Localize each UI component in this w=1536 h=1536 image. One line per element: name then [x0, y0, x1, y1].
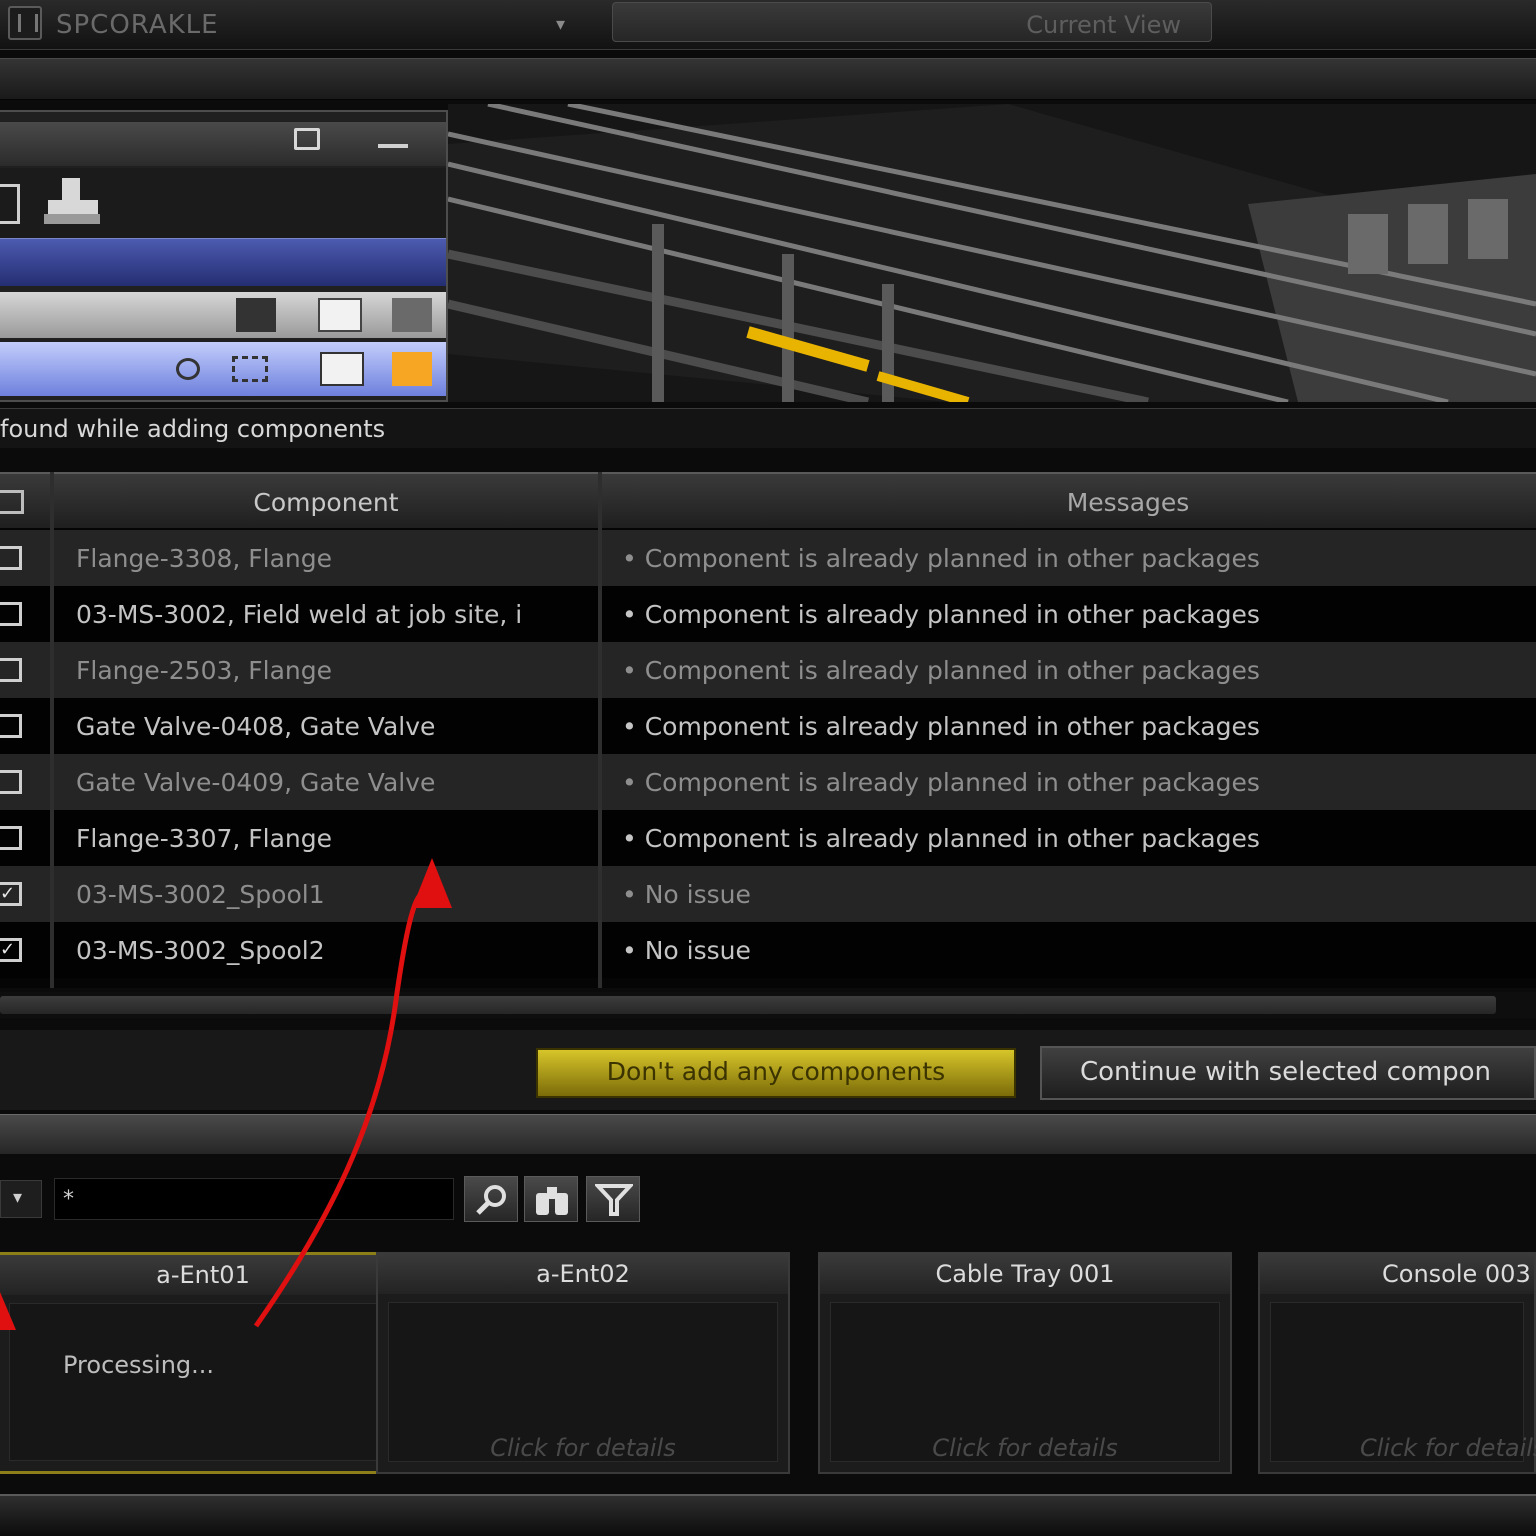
- binoculars-icon: [536, 1187, 568, 1215]
- search-toolbar: ▾: [0, 1170, 1536, 1230]
- target-icon[interactable]: [176, 358, 200, 380]
- table-row[interactable]: Gate Valve-0408, Gate Valve • Component i…: [0, 698, 1536, 754]
- action-bar: Don't add any components Continue with s…: [0, 1030, 1536, 1110]
- message-cell: • No issue: [622, 880, 751, 909]
- message-cell: • Component is already planned in other …: [622, 600, 1260, 629]
- component-cell: Flange-3307, Flange: [76, 824, 333, 853]
- card-title: Console 003: [1260, 1254, 1534, 1294]
- select-all-checkbox[interactable]: [0, 490, 24, 514]
- entity-card[interactable]: a-Ent01 Processing...: [0, 1252, 410, 1474]
- find-button[interactable]: [524, 1176, 578, 1222]
- color-swatch[interactable]: [236, 298, 276, 332]
- floating-tool-panel: [0, 110, 448, 402]
- row-checkbox[interactable]: [0, 714, 22, 738]
- status-bar: [0, 1494, 1536, 1536]
- card-title: a-Ent02: [378, 1254, 788, 1294]
- ribbon-band: [0, 58, 1536, 100]
- message-cell: • Component is already planned in other …: [622, 824, 1260, 853]
- card-title: Cable Tray 001: [820, 1254, 1230, 1294]
- components-grid: Component Messages Flange-3308, Flange • …: [0, 472, 1536, 988]
- issues-banner-text: found while adding components: [0, 415, 386, 443]
- current-view-label: Current View: [1026, 11, 1181, 39]
- entity-card[interactable]: Console 003 Click for details: [1258, 1252, 1536, 1474]
- card-details-link[interactable]: Click for details: [820, 1434, 1230, 1462]
- restore-icon[interactable]: [288, 126, 322, 150]
- minimize-icon[interactable]: [376, 132, 412, 150]
- message-cell: • Component is already planned in other …: [622, 544, 1260, 573]
- table-row[interactable]: ✓ 03-MS-3002_Spool1 • No issue: [0, 866, 1536, 922]
- row-checkbox[interactable]: [0, 658, 22, 682]
- stamp-tool-icon[interactable]: [40, 174, 104, 228]
- dont-add-button[interactable]: Don't add any components: [536, 1048, 1016, 1098]
- card-details-link[interactable]: Click for details: [378, 1434, 788, 1462]
- search-button[interactable]: [464, 1176, 518, 1222]
- panel-selected-row[interactable]: [0, 238, 446, 286]
- component-cell: 03-MS-3002, Field weld at job site, i: [76, 600, 523, 629]
- color-swatch[interactable]: [392, 298, 432, 332]
- table-row[interactable]: Flange-3307, Flange • Component is alread…: [0, 810, 1536, 866]
- message-cell: • Component is already planned in other …: [622, 656, 1260, 685]
- issues-banner: found while adding components: [0, 408, 1536, 448]
- component-cell: Gate Valve-0409, Gate Valve: [76, 768, 436, 797]
- color-swatch[interactable]: [392, 352, 432, 386]
- dropdown-arrow-icon: ▾: [13, 1187, 23, 1208]
- message-cell: • Component is already planned in other …: [622, 712, 1260, 741]
- dropdown-arrow-icon[interactable]: ▾: [556, 14, 565, 35]
- column-header-component[interactable]: Component: [56, 488, 596, 517]
- row-checkbox[interactable]: [0, 546, 22, 570]
- list-tool-icon[interactable]: [0, 184, 20, 224]
- component-cell: Flange-2503, Flange: [76, 656, 333, 685]
- 3d-viewport[interactable]: [448, 104, 1536, 402]
- row-checkbox[interactable]: ✓: [0, 938, 22, 962]
- search-scope-dropdown[interactable]: ▾: [0, 1180, 42, 1218]
- visibility-icon[interactable]: [320, 352, 364, 386]
- panel-layer-row-selected[interactable]: [0, 342, 446, 396]
- current-view-button[interactable]: Current View: [612, 2, 1212, 42]
- card-title: a-Ent01: [0, 1255, 407, 1295]
- search-icon: [476, 1185, 506, 1215]
- filter-button[interactable]: [586, 1176, 640, 1222]
- row-checkbox[interactable]: ✓: [0, 882, 22, 906]
- table-row[interactable]: Flange-3308, Flange • Component is alread…: [0, 530, 1536, 586]
- column-divider: [50, 472, 54, 988]
- section-divider: [0, 1114, 1536, 1154]
- table-row[interactable]: ✓ 03-MS-3002_Spool2 • No issue: [0, 922, 1536, 978]
- row-checkbox[interactable]: [0, 602, 22, 626]
- card-details-link[interactable]: Click for details: [1260, 1434, 1536, 1462]
- table-row[interactable]: Gate Valve-0409, Gate Valve • Component i…: [0, 754, 1536, 810]
- select-box-icon[interactable]: [232, 356, 268, 382]
- grid-header: Component Messages: [0, 472, 1536, 528]
- title-bar: SPCORAKLE ▾ Current View: [0, 0, 1536, 50]
- horizontal-scrollbar[interactable]: [0, 992, 1536, 1018]
- table-row[interactable]: Flange-2503, Flange • Component is alread…: [0, 642, 1536, 698]
- component-cell: 03-MS-3002_Spool2: [76, 936, 325, 965]
- row-checkbox[interactable]: [0, 826, 22, 850]
- row-checkbox[interactable]: [0, 770, 22, 794]
- table-row[interactable]: 03-MS-3002, Field weld at job site, i • C…: [0, 586, 1536, 642]
- app-title: SPCORAKLE: [56, 10, 219, 40]
- message-cell: • Component is already planned in other …: [622, 768, 1260, 797]
- search-input[interactable]: [54, 1178, 454, 1220]
- component-cell: Gate Valve-0408, Gate Valve: [76, 712, 436, 741]
- scrollbar-thumb[interactable]: [0, 996, 1496, 1014]
- component-cell: Flange-3308, Flange: [76, 544, 333, 573]
- filter-icon: [595, 1184, 633, 1216]
- message-cell: • No issue: [622, 936, 751, 965]
- panel-layer-row[interactable]: [0, 292, 446, 338]
- component-cell: 03-MS-3002_Spool1: [76, 880, 325, 909]
- app-icon: [8, 6, 42, 40]
- column-header-messages[interactable]: Messages: [604, 488, 1536, 517]
- entity-card[interactable]: Cable Tray 001 Click for details: [818, 1252, 1232, 1474]
- card-status: Processing...: [63, 1351, 215, 1379]
- entity-card[interactable]: a-Ent02 Click for details: [376, 1252, 790, 1474]
- continue-button[interactable]: Continue with selected compon: [1040, 1046, 1536, 1100]
- column-divider: [598, 472, 602, 988]
- card-body: [9, 1303, 397, 1461]
- visibility-icon[interactable]: [318, 298, 362, 332]
